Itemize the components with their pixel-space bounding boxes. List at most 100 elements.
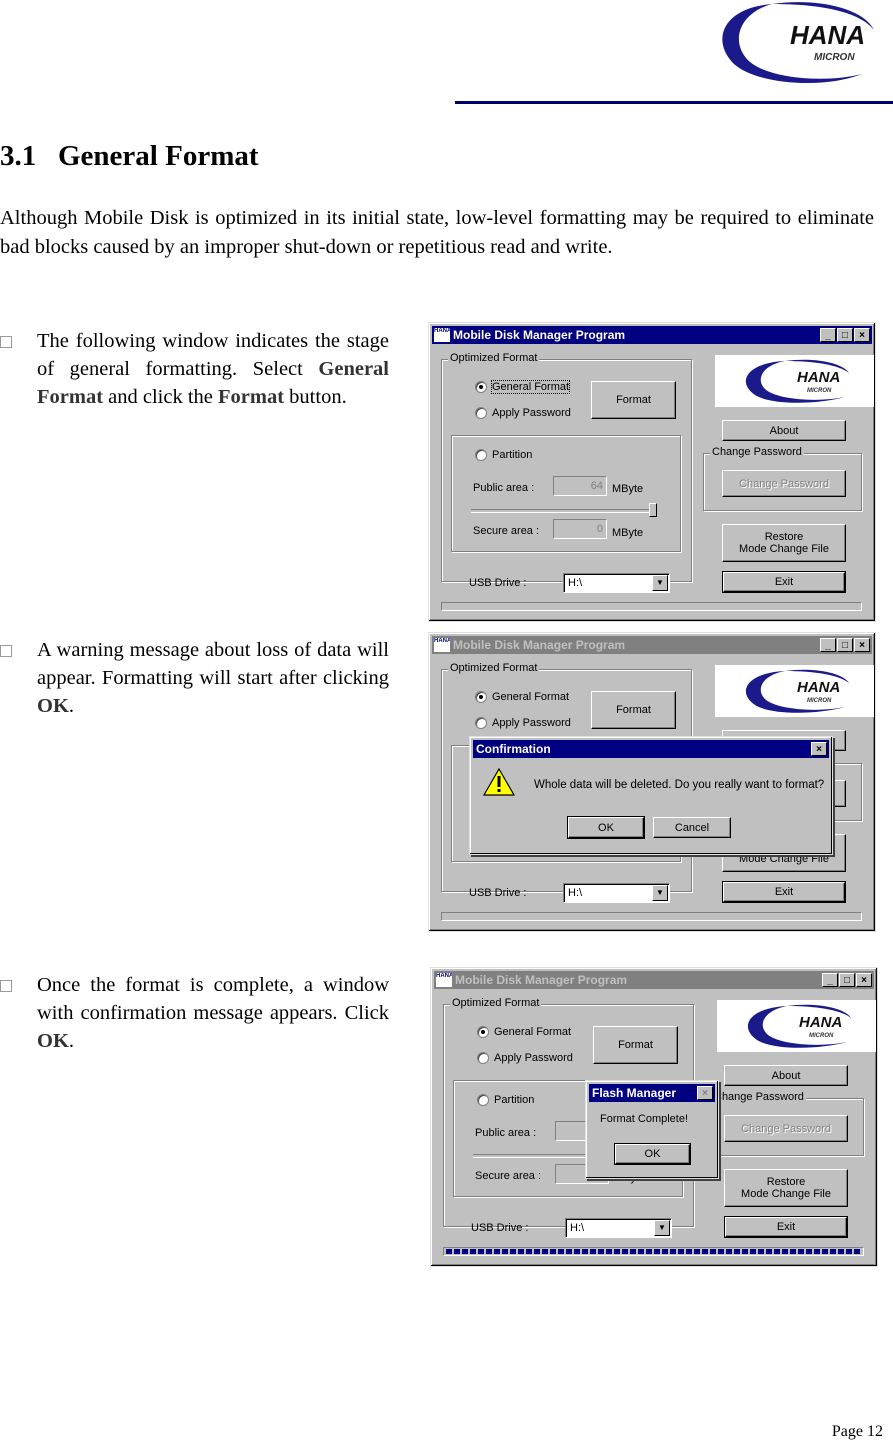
radio-apply-password[interactable]: Apply Password [477, 1052, 573, 1064]
close-button[interactable]: × [811, 742, 827, 756]
radio-label: Apply Password [492, 717, 571, 729]
radio-icon [475, 717, 487, 729]
bullet-box-icon [0, 336, 12, 348]
exit-button[interactable]: Exit [724, 1216, 848, 1238]
progress-fill [446, 1249, 861, 1254]
page-number: Page 12 [831, 1423, 883, 1440]
secure-area-field[interactable]: 0 [553, 519, 607, 539]
radio-icon [475, 449, 487, 461]
dropdown-arrow-icon[interactable]: ▼ [654, 1220, 670, 1236]
radio-label: Partition [494, 1094, 535, 1106]
section-title: General Format [58, 140, 259, 172]
about-button[interactable]: About [722, 420, 846, 441]
about-button[interactable]: About [724, 1065, 848, 1086]
dropdown-arrow-icon[interactable]: ▼ [652, 575, 668, 591]
step-bold: Format [218, 386, 285, 408]
format-button[interactable]: Format [591, 691, 676, 729]
usb-drive-value: H:\ [568, 577, 583, 589]
radio-general-format[interactable]: General Format [475, 380, 571, 394]
radio-general-format[interactable]: General Format [477, 1026, 571, 1038]
minimize-button[interactable]: _ [820, 328, 836, 342]
close-button[interactable]: × [856, 973, 872, 987]
maximize-button[interactable]: □ [839, 973, 855, 987]
window-title: Mobile Disk Manager Program [455, 973, 628, 987]
hana-micron-logo: HANA MICRON [745, 359, 849, 403]
window-title: Mobile Disk Manager Program [453, 638, 626, 652]
secure-area-label: Secure area : [473, 525, 540, 537]
ok-button[interactable]: OK [614, 1143, 691, 1165]
title-bar[interactable]: HANA Mobile Disk Manager Program _ □ × [432, 636, 872, 654]
radio-label: General Format [490, 380, 571, 394]
confirmation-dialog: Confirmation × Whole data will be delete… [469, 736, 833, 855]
usb-drive-value: H:\ [570, 1222, 585, 1234]
secure-area-label: Secure area : [475, 1170, 542, 1182]
close-button[interactable]: × [854, 328, 870, 342]
group-label: Optimized Format [450, 997, 542, 1009]
logo-panel: HANA MICRON [715, 355, 874, 407]
usb-drive-select[interactable]: H:\ ▼ [565, 1218, 672, 1238]
dropdown-arrow-icon[interactable]: ▼ [652, 885, 668, 901]
hana-micron-logo: HANA MICRON [716, 2, 874, 85]
flash-manager-dialog: Flash Manager × Format Complete! OK [585, 1080, 719, 1179]
close-button[interactable]: × [854, 638, 870, 652]
group-label: Optimized Format [448, 352, 540, 364]
radio-partition[interactable]: Partition [475, 449, 532, 461]
secure-unit-label: MByte [612, 527, 644, 539]
logo-text: HANA [797, 679, 840, 696]
dialog-title-bar[interactable]: Confirmation × [473, 740, 829, 758]
bullet-box-icon [0, 645, 12, 657]
group-label: Optimized Format [448, 662, 540, 674]
public-area-field[interactable]: 64 [553, 476, 607, 496]
usb-drive-label: USB Drive : [469, 887, 527, 899]
app-window-step-1: HANA Mobile Disk Manager Program _ □ × O… [428, 322, 876, 622]
usb-drive-label: USB Drive : [469, 577, 527, 589]
usb-drive-select[interactable]: H:\ ▼ [563, 573, 670, 593]
change-password-button[interactable]: Change Password [722, 470, 846, 497]
restore-mode-change-file-button[interactable]: Restore Mode Change File [724, 1169, 848, 1207]
group-label: Change Password [710, 446, 804, 458]
radio-label: Apply Password [494, 1052, 573, 1064]
intro-paragraph: Although Mobile Disk is optimized in its… [0, 207, 874, 258]
header-rule [455, 101, 893, 104]
dialog-message: Format Complete! [600, 1113, 689, 1125]
step-text: button. [284, 386, 347, 408]
logo-text: HANA [797, 369, 840, 386]
step-bold: OK [37, 695, 69, 717]
cancel-button[interactable]: Cancel [653, 817, 731, 838]
format-button[interactable]: Format [593, 1026, 678, 1064]
exit-button[interactable]: Exit [722, 881, 846, 903]
public-area-label: Public area : [475, 1127, 537, 1139]
exit-button[interactable]: Exit [722, 571, 846, 593]
radio-apply-password[interactable]: Apply Password [475, 407, 571, 419]
dialog-title: Flash Manager [592, 1086, 677, 1100]
format-progress-bar [441, 602, 862, 611]
radio-general-format[interactable]: General Format [475, 691, 569, 703]
close-button[interactable]: × [697, 1086, 713, 1100]
step-text: . [68, 1030, 75, 1052]
radio-selected-icon [475, 691, 487, 703]
partition-slider-track[interactable] [471, 509, 657, 513]
button-line: Restore [764, 531, 804, 543]
radio-partition[interactable]: Partition [477, 1094, 534, 1106]
hana-micron-logo: HANA MICRON [745, 669, 849, 713]
minimize-button[interactable]: _ [820, 638, 836, 652]
radio-apply-password[interactable]: Apply Password [475, 717, 571, 729]
restore-mode-change-file-button[interactable]: Restore Mode Change File [722, 524, 846, 562]
format-button[interactable]: Format [591, 381, 676, 419]
usb-drive-select[interactable]: H:\ ▼ [563, 883, 670, 903]
button-line: Restore [766, 1176, 806, 1188]
logo-subtext: MICRON [807, 698, 832, 704]
partition-slider-thumb[interactable] [649, 503, 657, 517]
ok-button[interactable]: OK [567, 816, 645, 839]
maximize-button[interactable]: □ [837, 638, 853, 652]
change-password-button[interactable]: Change Password [724, 1115, 848, 1142]
maximize-button[interactable]: □ [837, 328, 853, 342]
step-text: and click the [103, 386, 219, 408]
format-progress-bar [443, 1247, 864, 1256]
hana-micron-logo: HANA MICRON [747, 1004, 851, 1048]
minimize-button[interactable]: _ [822, 973, 838, 987]
radio-label: General Format [492, 691, 570, 703]
dialog-title-bar[interactable]: Flash Manager × [589, 1084, 715, 1102]
title-bar[interactable]: HANA Mobile Disk Manager Program _ □ × [434, 971, 874, 989]
title-bar[interactable]: HANA Mobile Disk Manager Program _ □ × [432, 326, 872, 344]
